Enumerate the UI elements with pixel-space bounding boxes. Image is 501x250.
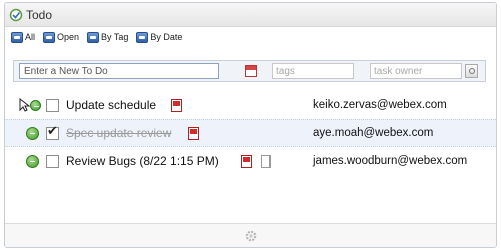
complete-checkbox[interactable] — [46, 154, 59, 168]
view-by-date-button[interactable]: By Date — [136, 31, 183, 43]
lookup-icon — [468, 68, 475, 74]
task-title: Review Bugs (8/22 1:15 PM) — [66, 154, 219, 168]
attachment-icon[interactable] — [188, 126, 199, 140]
tag-icon — [87, 31, 100, 43]
status-bar — [5, 223, 496, 247]
complete-checkbox[interactable]: ✔ — [46, 123, 59, 140]
view-open-button[interactable]: Open — [43, 31, 80, 43]
view-open-label: Open — [57, 32, 80, 42]
view-by-date-label: By Date — [150, 32, 183, 42]
open-icon — [43, 31, 56, 43]
view-by-tag-button[interactable]: By Tag — [87, 31, 129, 43]
calendar-icon — [136, 31, 149, 43]
view-toolbar: All Open By Tag By Date — [5, 27, 496, 47]
view-all-label: All — [25, 32, 36, 42]
new-todo-bar — [13, 60, 486, 82]
app-logo-icon — [9, 8, 23, 21]
todo-row[interactable]: Update schedule keiko.zervas@webex.com — [5, 91, 496, 119]
window-title: Todo — [26, 7, 53, 22]
gear-icon[interactable] — [244, 229, 258, 243]
view-all-button[interactable]: All — [11, 31, 36, 43]
todo-row[interactable]: Review Bugs (8/22 1:15 PM) james.woodbur… — [5, 147, 496, 175]
list-icon — [11, 31, 23, 43]
attachment-icon[interactable] — [171, 98, 182, 112]
view-by-tag-label: By Tag — [101, 32, 129, 42]
task-owner-input[interactable] — [370, 63, 462, 79]
status-bullet-icon — [30, 99, 41, 111]
title-bar: Todo — [5, 3, 496, 27]
task-owner: james.woodburn@webex.com — [313, 155, 468, 167]
complete-checkbox[interactable] — [46, 98, 59, 112]
status-bullet-icon — [26, 126, 39, 140]
due-date-calendar-icon[interactable] — [245, 65, 257, 77]
checkmark-icon: ✔ — [47, 123, 58, 139]
status-bullet-icon — [26, 154, 39, 168]
todo-window: Todo All Open By Tag By Date Enter a New… — [4, 2, 497, 248]
task-title: Spec update review — [66, 126, 172, 140]
task-title: Update schedule — [66, 98, 157, 112]
note-icon[interactable] — [261, 154, 271, 168]
todo-row[interactable]: ✔ Spec update review aye.moah@webex.com — [5, 119, 496, 147]
owner-lookup-button[interactable] — [465, 64, 478, 78]
attachment-icon[interactable] — [241, 154, 252, 168]
tags-input[interactable] — [272, 63, 354, 79]
new-todo-input[interactable] — [19, 63, 219, 79]
task-owner: aye.moah@webex.com — [313, 127, 434, 139]
todo-list: Update schedule keiko.zervas@webex.com ✔… — [5, 91, 496, 175]
task-owner: keiko.zervas@webex.com — [313, 99, 447, 111]
